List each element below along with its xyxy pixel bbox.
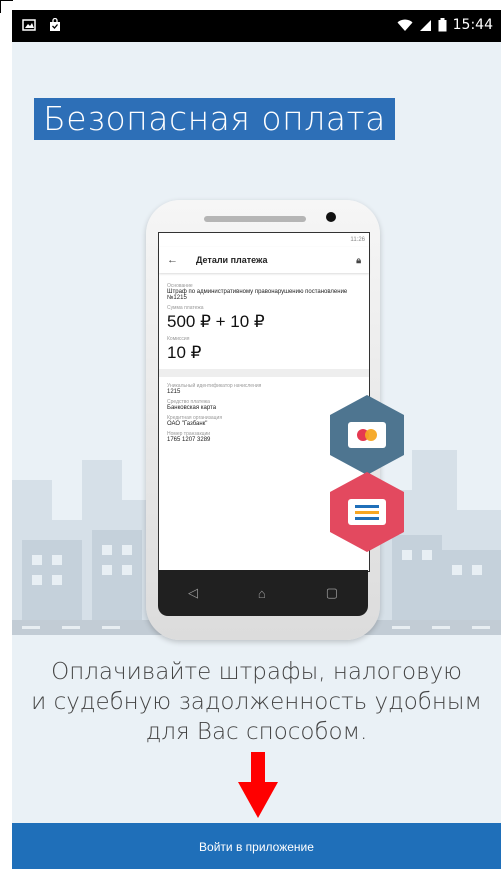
nav-home-icon: ⌂ — [257, 585, 266, 601]
description-line-2: и судебную задолженность удобным — [31, 689, 482, 715]
app-screen: 15:44 Безопасная оплата 11:26 ← Детали п… — [12, 10, 501, 869]
image-notification-icon — [22, 19, 36, 31]
battery-icon — [438, 18, 447, 32]
nav-back-icon: ◁ — [187, 585, 198, 600]
lock-icon: 🔒︎ — [356, 254, 361, 265]
phone-status-time: 11:26 — [350, 237, 365, 243]
field-label: Комиссия — [167, 336, 190, 342]
status-time: 15:44 — [452, 17, 493, 33]
description-line-1: Оплачивайте штрафы, налоговую — [51, 659, 462, 685]
wifi-icon — [397, 19, 413, 31]
divider — [159, 369, 369, 377]
phone-status-bar: 11:26 — [159, 233, 369, 247]
commission-amount: 10 ₽ — [167, 343, 202, 362]
field-value: Штраф по административному правонарушени… — [167, 289, 348, 301]
field-value: 1215 — [167, 389, 181, 395]
status-bar: 15:44 — [12, 10, 501, 42]
description-line-3: для Вас способом. — [145, 719, 368, 745]
title-banner: Безопасная оплата — [34, 98, 395, 140]
login-button[interactable]: Войти в приложение — [12, 823, 501, 869]
phone-nav-bar: ◁ ⌂ ▢ — [158, 570, 368, 616]
phone-header: ← Детали платежа 🔒︎ — [159, 247, 369, 273]
back-arrow-icon: ← — [167, 254, 178, 266]
signal-icon — [419, 19, 431, 31]
page-title: Безопасная оплата — [43, 99, 386, 138]
phone-header-title: Детали платежа — [196, 255, 268, 265]
down-arrow-icon — [238, 752, 278, 818]
payment-amount: 500 ₽ + 10 ₽ — [167, 312, 265, 331]
description-text: Оплачивайте штрафы, налоговую и судебную… — [12, 657, 501, 747]
bank-card-icon — [348, 422, 386, 448]
field-label: Сумма платежа — [167, 305, 204, 311]
phone-speaker — [204, 216, 306, 222]
payment-document-icon — [348, 499, 386, 525]
phone-camera — [326, 212, 336, 222]
nav-recent-icon: ▢ — [325, 585, 338, 600]
field-value: Банковская карта — [167, 405, 217, 411]
shopping-bag-icon — [50, 18, 60, 31]
